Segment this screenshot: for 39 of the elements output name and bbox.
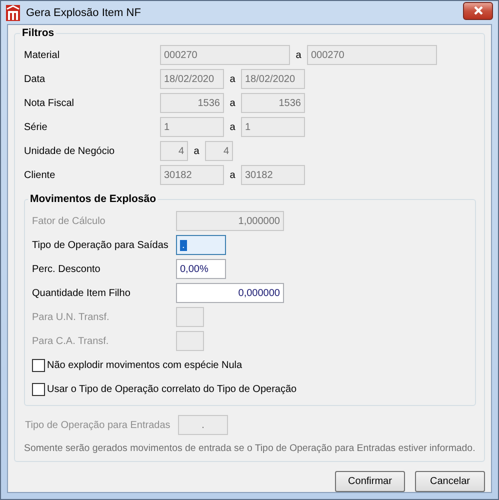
range-separator: a bbox=[228, 122, 236, 132]
range-separator: a bbox=[228, 74, 236, 84]
checkbox[interactable] bbox=[32, 358, 45, 372]
range-separator: a bbox=[294, 50, 302, 60]
app-icon bbox=[6, 4, 20, 20]
window-title: Gera Explosão Item NF bbox=[26, 6, 142, 18]
checkbox-label: Usar o Tipo de Operação correlato do Tipo de Operação bbox=[47, 384, 297, 394]
input-field[interactable]: . bbox=[176, 235, 226, 255]
close-icon bbox=[474, 6, 482, 15]
field-label: Tipo de Operação para Entradas bbox=[25, 420, 172, 430]
selected-text: 1,000000 bbox=[238, 216, 280, 226]
field-label: Data bbox=[24, 74, 46, 84]
checkbox[interactable] bbox=[32, 382, 45, 396]
dialog-button[interactable]: Cancelar bbox=[415, 471, 485, 492]
range-separator: a bbox=[192, 146, 200, 156]
field-label: Material bbox=[24, 50, 61, 60]
input-field[interactable]: 0,00% bbox=[176, 259, 226, 279]
close-button[interactable] bbox=[463, 2, 493, 20]
dialog-button[interactable]: Confirmar bbox=[335, 471, 405, 492]
field-label: Unidade de Negócio bbox=[24, 146, 116, 156]
selected-text: 0,000000 bbox=[238, 288, 280, 298]
field-label: Para U.N. Transf. bbox=[32, 312, 110, 322]
group-title: Filtros bbox=[21, 27, 56, 39]
info-text: Somente serão gerados movimentos de entrada se o Tipo de Operação para Entradas estiver informado. bbox=[24, 442, 476, 455]
range-separator: a bbox=[228, 98, 236, 108]
field-label: Fator de Cálculo bbox=[32, 216, 106, 226]
range-separator: a bbox=[228, 170, 236, 180]
field-label: Perc. Desconto bbox=[32, 264, 102, 274]
field-label: Nota Fiscal bbox=[24, 98, 76, 108]
checkbox-label: Não explodir movimentos com espécie Nula bbox=[47, 360, 242, 370]
field-label: Tipo de Operação para Saídas bbox=[32, 240, 170, 250]
selected-text: 0,00% bbox=[180, 264, 208, 274]
input-field[interactable]: 0,000000 bbox=[176, 283, 284, 303]
field-label: Série bbox=[24, 122, 48, 132]
group-title: Movimentos de Explosão bbox=[29, 193, 158, 205]
field-label: Quantidade Item Filho bbox=[32, 288, 132, 298]
selected-text: . bbox=[180, 240, 187, 250]
field-label: Para C.A. Transf. bbox=[32, 336, 110, 346]
field-label: Cliente bbox=[24, 170, 56, 180]
